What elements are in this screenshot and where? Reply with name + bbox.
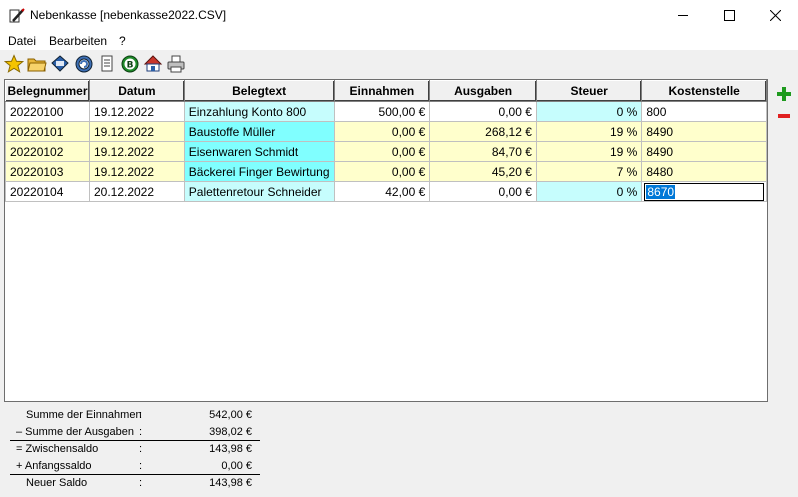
menu-help[interactable]: ? [119,34,126,48]
summary-colon: : [139,477,143,489]
table-row[interactable]: 20220101 19.12.2022 Baustoffe Müller 0,0… [5,121,767,142]
home-icon[interactable] [143,54,163,74]
summary-label: = Zwischensaldo [16,443,99,455]
summary-row-zwischensaldo: = Zwischensaldo : 143,98 € [10,441,260,458]
summary-label: Summe der Einnahmen [26,409,142,421]
cell-ausgaben[interactable]: 45,20 € [429,161,537,182]
cell-belegtext[interactable]: Bäckerei Finger Bewirtung [183,161,335,182]
maximize-button[interactable] [706,0,752,31]
minimize-button[interactable] [660,0,706,31]
menu-bar: Datei Bearbeiten ? [0,31,798,50]
cell-einnahmen[interactable]: 0,00 € [333,141,431,162]
maximize-icon [723,10,735,21]
cell-belegtext[interactable]: Baustoffe Müller [183,121,335,142]
cell-steuer[interactable]: 0 % [535,101,643,122]
summary-value: 143,98 € [209,477,252,489]
summary-row-anfangssaldo: + Anfangssaldo : 0,00 € [10,458,260,475]
cell-datum[interactable]: 19.12.2022 [88,101,185,122]
summary-value: 0,00 € [221,460,252,472]
col-header-datum[interactable]: Datum [88,80,185,102]
summary-panel: Summe der Einnahmen : 542,00 € – Summe d… [10,407,260,492]
euro-coin-icon[interactable]: B [119,54,139,74]
summary-value: 542,00 € [209,409,252,421]
cell-belegnummer[interactable]: 20220102 [5,141,90,162]
table-row[interactable]: 20220102 19.12.2022 Eisenwaren Schmidt 0… [5,141,767,162]
cell-ausgaben[interactable]: 268,12 € [429,121,537,142]
col-header-kostenstelle[interactable]: Kostenstelle [641,80,767,102]
star-icon[interactable] [4,54,24,74]
window-title: Nebenkasse [nebenkasse2022.CSV] [30,8,227,22]
folder-open-icon[interactable] [27,54,47,74]
cell-kostenstelle[interactable]: 8490 [641,141,767,162]
cell-belegtext[interactable]: Einzahlung Konto 800 [183,101,335,122]
cell-belegnummer[interactable]: 20220100 [5,101,90,122]
table-row[interactable]: 20220100 19.12.2022 Einzahlung Konto 800… [5,101,767,122]
cell-datum[interactable]: 19.12.2022 [88,141,185,162]
document-icon[interactable] [97,54,117,74]
cell-belegnummer[interactable]: 20220104 [5,181,90,202]
summary-label: Neuer Saldo [26,477,88,489]
cell-kostenstelle[interactable]: 8490 [641,121,767,142]
close-button[interactable] [752,0,798,31]
svg-text:B: B [127,61,134,71]
col-header-ausgaben[interactable]: Ausgaben [429,80,537,102]
cell-ausgaben[interactable]: 0,00 € [429,101,537,122]
cell-steuer[interactable]: 7 % [535,161,643,182]
summary-label: – Summe der Ausgaben [16,426,135,438]
booking-grid[interactable]: Belegnummer Datum Belegtext Einnahmen Au… [4,79,768,402]
save-icon[interactable] [50,54,70,74]
summary-colon: : [139,460,143,472]
title-bar: Nebenkasse [nebenkasse2022.CSV] [0,0,798,31]
add-row-plus-icon[interactable] [776,86,792,102]
cell-datum[interactable]: 19.12.2022 [88,161,185,182]
summary-value: 398,02 € [209,426,252,438]
remove-row-minus-icon[interactable] [776,108,792,124]
col-header-belegtext[interactable]: Belegtext [183,80,335,102]
summary-row-neuer-saldo: Neuer Saldo : 143,98 € [10,475,260,492]
cell-belegnummer[interactable]: 20220103 [5,161,90,182]
col-header-steuer[interactable]: Steuer [535,80,643,102]
cell-kostenstelle[interactable]: 800 [641,101,767,122]
print-icon[interactable] [166,54,186,74]
cell-ausgaben[interactable]: 84,70 € [429,141,537,162]
summary-row-einnahmen: Summe der Einnahmen : 542,00 € [10,407,260,424]
cell-einnahmen[interactable]: 0,00 € [333,161,431,182]
menu-datei[interactable]: Datei [8,34,36,48]
close-icon [769,10,781,21]
cell-belegtext[interactable]: Eisenwaren Schmidt [183,141,335,162]
summary-value: 143,98 € [209,443,252,455]
cell-einnahmen[interactable]: 0,00 € [333,121,431,142]
cell-steuer[interactable]: 19 % [535,121,643,142]
menu-bearbeiten[interactable]: Bearbeiten [49,34,107,48]
cell-belegtext[interactable]: Palettenretour Schneider [183,181,335,202]
cell-kostenstelle-editing[interactable]: 8670 [641,181,767,202]
summary-colon: : [139,426,143,438]
kostenstelle-selected-text: 8670 [646,184,676,199]
cell-belegnummer[interactable]: 20220101 [5,121,90,142]
toolbar: B [0,50,798,77]
summary-label: + Anfangssaldo [16,460,92,472]
cell-einnahmen[interactable]: 42,00 € [333,181,431,202]
cell-einnahmen[interactable]: 500,00 € [333,101,431,122]
cell-datum[interactable]: 19.12.2022 [88,121,185,142]
minimize-icon [677,15,688,16]
summary-row-ausgaben: – Summe der Ausgaben : 398,02 € [10,424,260,441]
summary-colon: : [139,443,143,455]
booking-table: Belegnummer Datum Belegtext Einnahmen Au… [5,80,767,202]
table-row[interactable]: 20220104 20.12.2022 Palettenretour Schne… [5,181,767,202]
app-pen-icon [9,8,25,23]
cell-steuer[interactable]: 0 % [535,181,643,202]
table-header-row: Belegnummer Datum Belegtext Einnahmen Au… [5,80,767,102]
cell-datum[interactable]: 20.12.2022 [88,181,185,202]
settings-icon[interactable] [74,54,94,74]
summary-colon: : [139,409,143,421]
cell-kostenstelle[interactable]: 8480 [641,161,767,182]
col-header-belegnummer[interactable]: Belegnummer [5,80,90,102]
table-row[interactable]: 20220103 19.12.2022 Bäckerei Finger Bewi… [5,161,767,182]
cell-steuer[interactable]: 19 % [535,141,643,162]
col-header-einnahmen[interactable]: Einnahmen [333,80,431,102]
cell-ausgaben[interactable]: 0,00 € [429,181,537,202]
kostenstelle-edit-field[interactable]: 8670 [644,182,764,201]
